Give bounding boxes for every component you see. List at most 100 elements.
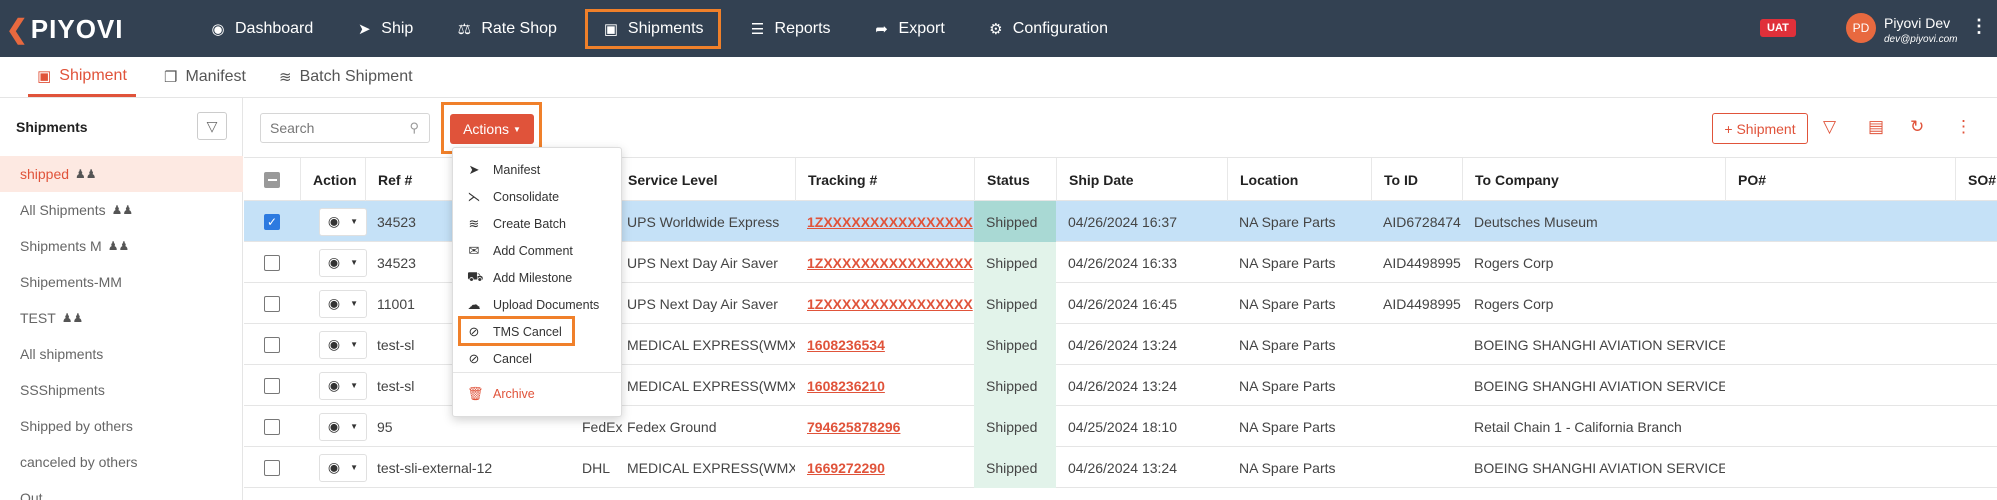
nav-reports[interactable]: ☰ Reports bbox=[735, 9, 845, 49]
view-button[interactable]: ◉ ▼ bbox=[319, 207, 367, 236]
sidebar-item-shipped-by-others[interactable]: Shipped by others bbox=[0, 408, 243, 444]
more-options-icon[interactable]: ⋮ bbox=[1970, 16, 1988, 37]
col-po[interactable]: PO# bbox=[1725, 158, 1855, 202]
menu-item-consolidate[interactable]: ⋋ Consolidate bbox=[453, 184, 623, 210]
menu-item-create-batch[interactable]: ≋ Create Batch bbox=[453, 211, 623, 237]
row-checkbox[interactable] bbox=[264, 295, 280, 312]
view-button[interactable]: ◉ ▼ bbox=[319, 453, 367, 482]
clear-filter-icon[interactable]: ▽ bbox=[1823, 117, 1836, 137]
service-cell: Fedex Ground bbox=[627, 418, 717, 435]
col-action[interactable]: Action bbox=[300, 158, 365, 202]
row-checkbox[interactable]: ✓ bbox=[264, 213, 280, 230]
tracking-link[interactable]: 1608236534 bbox=[807, 337, 885, 353]
avatar[interactable]: PD bbox=[1846, 13, 1876, 43]
status-cell: Shipped bbox=[974, 242, 1056, 283]
action-cell: ◉ ▼ bbox=[307, 201, 367, 242]
row-checkbox[interactable] bbox=[264, 336, 280, 353]
search-icon: ⚲ bbox=[409, 120, 419, 135]
tab-shipment[interactable]: ▣ Shipment bbox=[28, 57, 136, 97]
view-button[interactable]: ◉ ▼ bbox=[319, 289, 367, 318]
eye-icon: ◉ bbox=[327, 377, 341, 393]
status-cell: Shipped bbox=[974, 324, 1056, 365]
logo[interactable]: ❮PIYOVI bbox=[6, 14, 124, 45]
nav-shipments[interactable]: ▣ Shipments bbox=[584, 8, 721, 49]
sidebar-item-all-shipments[interactable]: All Shipments ♟♟ bbox=[0, 192, 243, 228]
nav-rate-shop[interactable]: ⚖ Rate Shop bbox=[441, 9, 571, 49]
col-tracking[interactable]: Tracking # bbox=[795, 158, 974, 202]
company-cell: Rogers Corp bbox=[1474, 254, 1554, 271]
ship-date-cell: 04/26/2024 13:24 bbox=[1068, 377, 1177, 394]
action-cell: ◉ ▼ bbox=[307, 242, 367, 283]
select-all-cell bbox=[244, 158, 300, 202]
location-cell: NA Spare Parts bbox=[1239, 377, 1336, 394]
tracking-link[interactable]: 1ZXXXXXXXXXXXXXXXX bbox=[807, 296, 973, 312]
select-all-checkbox[interactable] bbox=[264, 172, 280, 188]
row-checkbox[interactable] bbox=[264, 377, 280, 394]
service-cell: MEDICAL EXPRESS(WMX) bbox=[627, 459, 795, 476]
menu-divider bbox=[453, 372, 623, 373]
sidebar-item-shipments-m[interactable]: Shipments M ♟♟ bbox=[0, 228, 243, 264]
add-shipment-button[interactable]: + Shipment bbox=[1712, 113, 1808, 144]
sidebar-item-test[interactable]: TEST ♟♟ bbox=[0, 300, 243, 336]
comment-icon: ✉ bbox=[468, 243, 480, 258]
tracking-link[interactable]: 1669272290 bbox=[807, 460, 885, 476]
menu-item-archive[interactable]: 🗑 Archive bbox=[453, 381, 623, 407]
tracking-link[interactable]: 1ZXXXXXXXXXXXXXXXX bbox=[807, 255, 973, 271]
row-checkbox[interactable] bbox=[264, 418, 280, 435]
filter-icon[interactable]: ▽ bbox=[197, 112, 227, 140]
batch-icon: ≋ bbox=[279, 69, 292, 86]
sidebar-item-shipped[interactable]: shipped ♟♟ bbox=[0, 156, 243, 192]
col-ship-date[interactable]: Ship Date bbox=[1056, 158, 1227, 202]
sidebar-item-ssshipments[interactable]: SSShipments bbox=[0, 372, 243, 408]
tracking-link[interactable]: 1ZXXXXXXXXXXXXXXXX bbox=[807, 214, 973, 230]
sidebar-item-shipements-mm[interactable]: Shipements-MM bbox=[0, 264, 243, 300]
menu-item-cancel[interactable]: ⊘ Cancel bbox=[453, 346, 623, 372]
col-service-level[interactable]: Service Level bbox=[615, 158, 795, 202]
view-button[interactable]: ◉ ▼ bbox=[319, 248, 367, 277]
table-row[interactable]: ◉ ▼ test-sli-external-12 DHL MEDICAL EXPR… bbox=[244, 447, 1997, 488]
menu-item-add-comment[interactable]: ✉ Add Comment bbox=[453, 238, 623, 264]
menu-item-add-milestone[interactable]: ⛟ Add Milestone bbox=[453, 265, 623, 291]
col-so[interactable]: SO# bbox=[1955, 158, 1997, 202]
actions-button[interactable]: Actions ▼ bbox=[450, 114, 534, 144]
company-cell: Retail Chain 1 - California Branch bbox=[1474, 418, 1682, 435]
row-checkbox[interactable] bbox=[264, 254, 280, 271]
col-status[interactable]: Status bbox=[974, 158, 1056, 202]
col-location[interactable]: Location bbox=[1227, 158, 1371, 202]
ship-date-cell: 04/26/2024 13:24 bbox=[1068, 459, 1177, 476]
trash-icon: 🗑 bbox=[467, 386, 484, 401]
col-to-id[interactable]: To ID bbox=[1371, 158, 1462, 202]
company-cell: BOEING SHANGHI AVIATION SERVICES bbox=[1474, 459, 1725, 476]
nav-ship[interactable]: ➤ Ship bbox=[341, 9, 427, 49]
group-icon: ♟♟ bbox=[111, 203, 134, 217]
company-cell: BOEING SHANGHI AVIATION SERVICES bbox=[1474, 336, 1725, 353]
nav-export[interactable]: ➦ Export bbox=[859, 9, 959, 49]
view-button[interactable]: ◉ ▼ bbox=[319, 371, 367, 400]
sidebar-item-canceled-by-others[interactable]: canceled by others bbox=[0, 444, 243, 480]
refresh-icon[interactable]: ↻ bbox=[1910, 117, 1924, 137]
menu-item-manifest[interactable]: ➤ Manifest bbox=[453, 157, 623, 183]
excel-export-icon[interactable]: ▤ bbox=[1868, 117, 1884, 137]
more-options-icon[interactable]: ⋮ bbox=[1955, 117, 1972, 137]
company-cell: BOEING SHANGHI AVIATION SERVICES bbox=[1474, 377, 1725, 394]
view-button[interactable]: ◉ ▼ bbox=[319, 412, 367, 441]
nav-dashboard[interactable]: ◉ Dashboard bbox=[195, 9, 327, 49]
sidebar-item-all-shipments-2[interactable]: All shipments bbox=[0, 336, 243, 372]
top-navbar: ❮PIYOVI ◉ Dashboard ➤ Ship ⚖ Rate Shop ▣ Shi… bbox=[0, 0, 1997, 57]
menu-item-upload-documents[interactable]: ☁ Upload Documents bbox=[453, 292, 623, 318]
tracking-link[interactable]: 1608236210 bbox=[807, 378, 885, 394]
view-button[interactable]: ◉ ▼ bbox=[319, 330, 367, 359]
nav-configuration[interactable]: ⚙ Configuration bbox=[973, 9, 1122, 49]
sidebar-item-out[interactable]: Out bbox=[0, 480, 243, 500]
caret-down-icon: ▼ bbox=[350, 340, 359, 349]
shipment-icon: ▣ bbox=[37, 67, 52, 85]
row-checkbox[interactable] bbox=[264, 459, 280, 476]
search-input[interactable]: Search ⚲ bbox=[260, 113, 430, 143]
to-id-cell bbox=[1371, 365, 1462, 406]
col-to-company[interactable]: To Company bbox=[1462, 158, 1725, 202]
sidebar-title: Shipments bbox=[16, 119, 88, 135]
tracking-cell: 794625878296 bbox=[795, 406, 974, 447]
tracking-link[interactable]: 794625878296 bbox=[807, 419, 900, 435]
tab-manifest[interactable]: ❐ Manifest bbox=[164, 57, 246, 97]
tab-batch-shipment[interactable]: ≋ Batch Shipment bbox=[279, 57, 413, 97]
